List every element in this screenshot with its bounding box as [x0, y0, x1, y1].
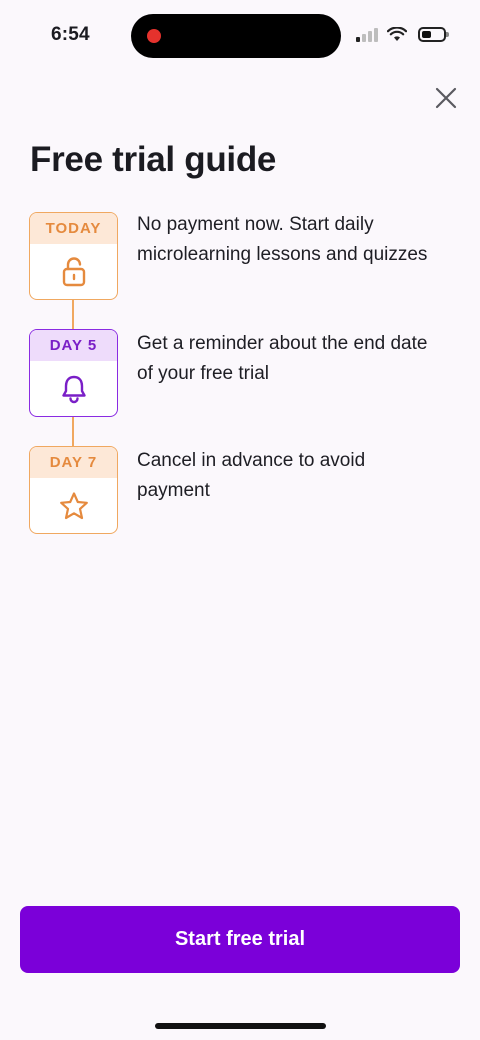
bell-icon [61, 375, 86, 403]
recording-dot-icon [147, 29, 161, 43]
home-indicator[interactable] [155, 1023, 326, 1029]
step-day5-badge: DAY 5 [29, 329, 118, 417]
battery-icon [418, 26, 449, 42]
timeline-connector [72, 416, 74, 448]
free-trial-screen: 6:54 Free trial guide TODAY No payment n… [0, 0, 480, 1040]
close-icon [435, 87, 457, 109]
step-description: Cancel in advance to avoid payment [137, 450, 366, 501]
status-icons [356, 26, 449, 42]
star-icon [59, 491, 88, 519]
dynamic-island [131, 14, 341, 58]
page-title: Free trial guide [30, 140, 277, 179]
unlock-icon [62, 256, 85, 286]
step-label: DAY 5 [30, 330, 117, 361]
step-label: DAY 7 [30, 447, 117, 478]
step-today-badge: TODAY [29, 212, 118, 300]
step-day7-badge: DAY 7 [29, 446, 118, 534]
start-free-trial-button[interactable]: Start free trial [20, 906, 460, 973]
step-description: No payment now. Start daily microlearnin… [137, 214, 428, 265]
step-label: TODAY [30, 213, 117, 244]
step-description: Get a reminder about the end date of you… [137, 333, 428, 384]
close-button[interactable] [430, 82, 462, 114]
cellular-signal-icon [356, 26, 378, 42]
status-time: 6:54 [51, 24, 90, 45]
timeline-connector [72, 299, 74, 331]
wifi-icon [387, 26, 407, 41]
